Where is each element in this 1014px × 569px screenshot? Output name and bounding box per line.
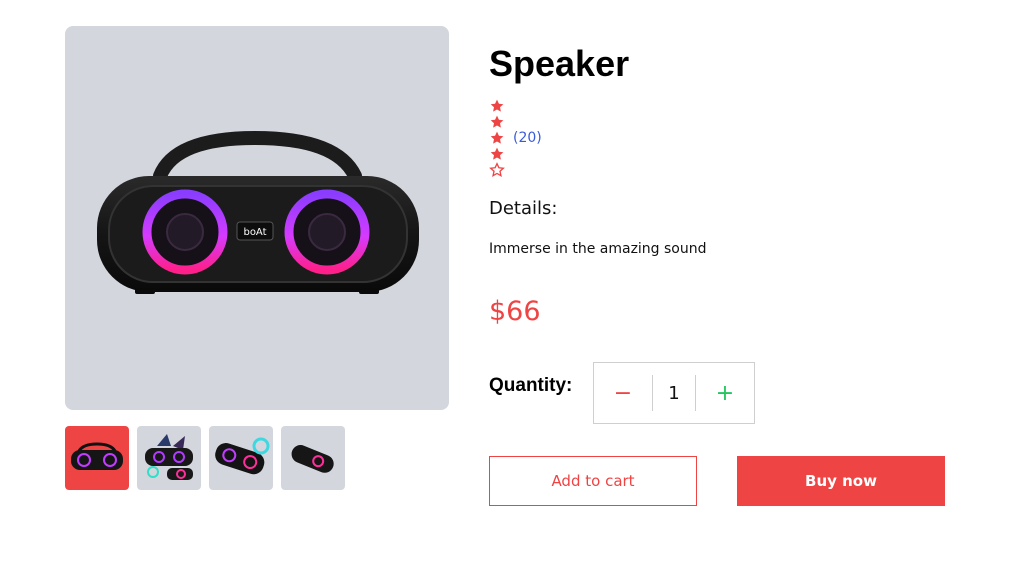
thumbnail-2[interactable] bbox=[137, 426, 201, 490]
plus-icon[interactable]: + bbox=[696, 363, 754, 423]
rating-stars bbox=[489, 98, 505, 178]
star-filled-icon bbox=[490, 115, 504, 128]
thumbnail-4[interactable] bbox=[281, 426, 345, 490]
minus-icon[interactable]: − bbox=[594, 363, 652, 423]
main-product-image: boAt bbox=[65, 26, 449, 410]
details-text: Immerse in the amazing sound bbox=[489, 241, 707, 257]
product-page: boAt Speaker (20) Details: Immerse in th… bbox=[0, 0, 1014, 569]
quantity-label: Quantity: bbox=[489, 375, 573, 396]
buy-now-button[interactable]: Buy now bbox=[737, 456, 945, 506]
star-filled-icon bbox=[490, 131, 504, 144]
product-rating: (20) bbox=[489, 98, 542, 178]
review-count[interactable]: (20) bbox=[513, 130, 542, 146]
star-outline-icon bbox=[489, 162, 505, 177]
add-to-cart-button[interactable]: Add to cart bbox=[489, 456, 697, 506]
speaker-image: boAt bbox=[97, 130, 419, 294]
quantity-stepper: − 1 + bbox=[593, 362, 755, 424]
quantity-value: 1 bbox=[652, 375, 696, 411]
star-filled-icon bbox=[490, 147, 504, 160]
star-filled-icon bbox=[490, 99, 504, 112]
details-heading: Details: bbox=[489, 198, 558, 219]
product-title: Speaker bbox=[489, 43, 630, 84]
thumbnail-strip bbox=[65, 426, 345, 490]
thumbnail-3[interactable] bbox=[209, 426, 273, 490]
svg-text:boAt: boAt bbox=[243, 227, 266, 238]
thumbnail-1[interactable] bbox=[65, 426, 129, 490]
product-price: $66 bbox=[489, 296, 541, 327]
